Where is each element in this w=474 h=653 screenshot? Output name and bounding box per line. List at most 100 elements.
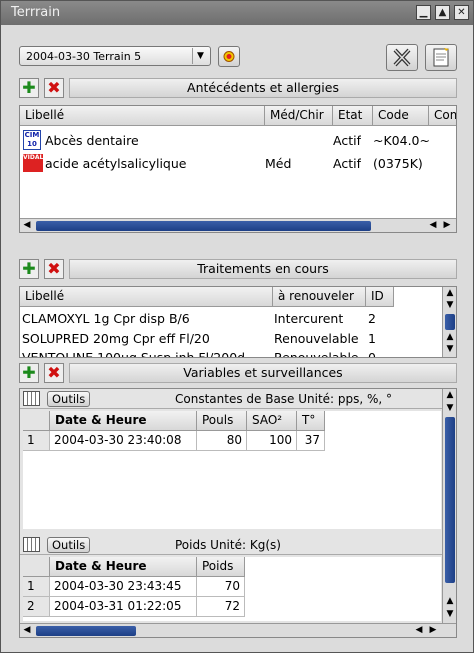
constantes-header: Outils Constantes de Base Unité: pps, %,… xyxy=(20,389,442,409)
row-temp: 37 xyxy=(297,431,325,451)
row-number-header xyxy=(23,411,50,431)
close-window-icon[interactable]: ✕ xyxy=(454,5,469,20)
variables-toolbar: ✚ ✖ Variables et surveillances xyxy=(19,363,457,383)
variables-title: Variables et surveillances xyxy=(69,363,457,383)
traitements-toolbar: ✚ ✖ Traitements en cours xyxy=(19,259,457,279)
row-renouveler: Intercurent xyxy=(274,311,344,326)
column-header-com[interactable]: Com xyxy=(429,106,456,126)
column-header-pouls[interactable]: Pouls xyxy=(197,411,247,431)
terrain-window: Terrrain ▁ ▲ ✕ 2004-03-30 Terrain 5 ▼ ✚ … xyxy=(0,0,474,653)
scroll-right-icon[interactable]: ▶ xyxy=(426,624,440,637)
antecedents-table[interactable]: Libellé Méd/Chir Etat Code Com CIM 10 Ab… xyxy=(19,105,457,233)
outils-button[interactable]: Outils xyxy=(47,391,91,407)
column-header-etat[interactable]: Etat xyxy=(333,106,373,126)
row-libelle: SOLUPRED 20mg Cpr eff Fl/20 xyxy=(22,331,210,346)
row-etat: Actif xyxy=(333,133,361,148)
row-number: 1 xyxy=(23,577,50,597)
row-number-header xyxy=(23,557,50,577)
row-pouls: 80 xyxy=(197,431,247,451)
new-document-button[interactable] xyxy=(425,44,457,71)
antecedents-title: Antécédents et allergies xyxy=(69,78,457,98)
row-number: 1 xyxy=(23,431,50,451)
row-medchir: Méd xyxy=(265,156,292,171)
scroll-right-icon[interactable]: ▶ xyxy=(440,219,454,232)
row-poids: 72 xyxy=(197,597,245,617)
column-header-renouveler[interactable]: à renouveler xyxy=(273,287,366,307)
maximize-icon[interactable]: ▲ xyxy=(435,5,450,20)
row-date: 2004-03-30 23:43:45 xyxy=(50,577,197,597)
new-document-icon xyxy=(433,48,449,67)
outils-button[interactable]: Outils xyxy=(47,537,91,553)
vidal-icon: VIDAL xyxy=(23,154,43,172)
scroll-left-icon[interactable]: ◀ xyxy=(426,219,440,232)
constantes-grid[interactable]: Date & Heure Pouls SAO² T° 1 2004-03-30 … xyxy=(23,411,441,529)
scroll-thumb[interactable] xyxy=(445,417,455,583)
variables-hscrollbar[interactable]: ◀ ◀ ▶ xyxy=(20,623,456,637)
column-header-sao2[interactable]: SAO² xyxy=(247,411,297,431)
delete-variable-button[interactable]: ✖ xyxy=(44,363,64,383)
delete-terrain-button[interactable] xyxy=(386,44,418,71)
row-renouveler: Renouvelable xyxy=(274,350,359,358)
scroll-down-icon[interactable]: ▼ xyxy=(443,343,456,356)
row-date: 2004-03-30 23:40:08 xyxy=(50,431,197,451)
column-header-temp[interactable]: T° xyxy=(297,411,325,431)
title-bar[interactable]: Terrrain ▁ ▲ ✕ xyxy=(1,1,473,25)
row-code: ~K04.0~ xyxy=(373,133,430,148)
traitements-vscrollbar[interactable]: ▲ ▼ ▲ ▼ xyxy=(442,287,456,357)
variables-vscrollbar[interactable]: ▲ ▼ ▲ ▼ xyxy=(442,389,456,623)
scroll-down-icon[interactable]: ▼ xyxy=(443,402,456,415)
scroll-left-icon[interactable]: ◀ xyxy=(20,624,34,637)
calendar-icon[interactable] xyxy=(23,391,40,406)
row-id: 1 xyxy=(368,331,376,346)
add-variable-button[interactable]: ✚ xyxy=(19,363,39,383)
traitements-title: Traitements en cours xyxy=(69,259,457,279)
scroll-left-icon[interactable]: ◀ xyxy=(412,624,426,637)
row-id: 0 xyxy=(368,350,376,358)
column-header-date[interactable]: Date & Heure xyxy=(50,557,197,577)
scroll-thumb[interactable] xyxy=(36,626,136,636)
column-header-libelle[interactable]: Libellé xyxy=(20,106,265,126)
row-number: 2 xyxy=(23,597,50,617)
row-libelle: CLAMOXYL 1g Cpr disp B/6 xyxy=(22,311,190,326)
poids-label: Poids Unité: Kg(s) xyxy=(175,538,281,552)
chevron-down-icon[interactable]: ▼ xyxy=(192,48,208,64)
row-id: 2 xyxy=(368,311,376,326)
constantes-label: Constantes de Base Unité: pps, %, ° xyxy=(175,392,393,406)
scroll-up-icon[interactable]: ▲ xyxy=(443,595,456,608)
row-date: 2004-03-31 01:22:05 xyxy=(50,597,197,617)
scroll-down-icon[interactable]: ▼ xyxy=(443,608,456,621)
column-header-id[interactable]: ID xyxy=(366,287,394,307)
column-header-date[interactable]: Date & Heure xyxy=(50,411,197,431)
poids-grid[interactable]: Date & Heure Poids 1 2004-03-30 23:43:45… xyxy=(23,557,441,621)
antecedents-toolbar: ✚ ✖ Antécédents et allergies xyxy=(19,78,457,98)
scroll-up-icon[interactable]: ▲ xyxy=(443,389,456,402)
minimize-icon[interactable]: ▁ xyxy=(416,5,431,20)
antecedents-hscrollbar[interactable]: ◀ ◀ ▶ xyxy=(20,218,456,232)
row-sao2: 100 xyxy=(247,431,297,451)
scroll-thumb[interactable] xyxy=(445,314,455,330)
row-libelle: Abcès dentaire xyxy=(45,133,139,148)
row-poids: 70 xyxy=(197,577,245,597)
scroll-thumb[interactable] xyxy=(36,221,371,231)
calendar-icon[interactable] xyxy=(23,537,40,552)
row-code: (0375K) xyxy=(373,156,423,171)
terrain-select-value: 2004-03-30 Terrain 5 xyxy=(26,50,142,63)
row-etat: Actif xyxy=(333,156,361,171)
x-icon xyxy=(393,48,411,67)
column-header-poids[interactable]: Poids xyxy=(197,557,245,577)
traitements-table[interactable]: Libellé à renouveler ID CLAMOXYL 1g Cpr … xyxy=(19,286,457,358)
add-antecedent-button[interactable]: ✚ xyxy=(19,78,39,98)
poids-header: Outils Poids Unité: Kg(s) xyxy=(20,535,442,555)
column-header-libelle[interactable]: Libellé xyxy=(20,287,273,307)
window-title: Terrrain xyxy=(11,5,61,20)
record-button[interactable] xyxy=(218,46,240,67)
add-traitement-button[interactable]: ✚ xyxy=(19,259,39,279)
row-libelle: VENTOLINE 100µg Susp inh Fl/200d xyxy=(22,350,246,358)
scroll-down-icon[interactable]: ▼ xyxy=(443,299,456,312)
column-header-code[interactable]: Code xyxy=(373,106,429,126)
delete-antecedent-button[interactable]: ✖ xyxy=(44,78,64,98)
column-header-medchir[interactable]: Méd/Chir xyxy=(265,106,333,126)
delete-traitement-button[interactable]: ✖ xyxy=(44,259,64,279)
terrain-select[interactable]: 2004-03-30 Terrain 5 ▼ xyxy=(19,46,211,66)
scroll-left-icon[interactable]: ◀ xyxy=(20,219,34,232)
